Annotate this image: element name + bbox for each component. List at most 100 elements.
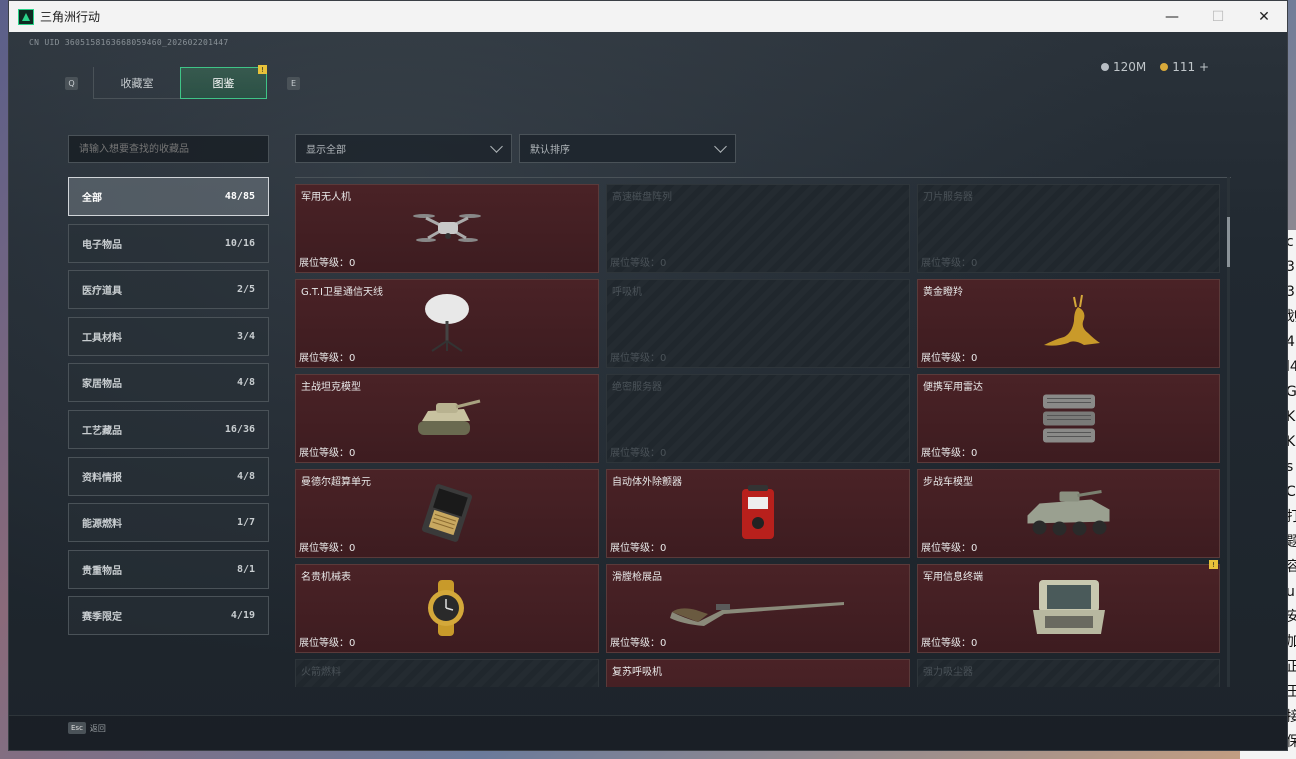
category-count: 8/1	[236, 563, 255, 575]
item-grid-viewport: 军用无人机 展位等级：0 高速磁盘阵列 展位等级：0 刀片服务器 展位等级：0 G.T.I卫…	[295, 177, 1231, 687]
item-display-level: 展位等级：0	[610, 258, 667, 269]
category-label: 家居物品	[82, 379, 122, 391]
item-name: 自动体外除颤器	[612, 477, 682, 488]
category-item[interactable]: 工具材料 3/4	[68, 316, 269, 356]
defibrillator-icon	[738, 483, 778, 547]
item-grid: 军用无人机 展位等级：0 高速磁盘阵列 展位等级：0 刀片服务器 展位等级：0 G.T.I卫…	[295, 184, 1220, 687]
category-count: 3/4	[236, 330, 255, 342]
search-input[interactable]	[68, 135, 269, 163]
collection-item-card[interactable]: 曼德尔超算单元 展位等级：0	[295, 469, 599, 558]
item-display-level: 展位等级：0	[610, 353, 667, 364]
item-name: 呼吸机	[612, 287, 642, 298]
close-button[interactable]: ✕	[1241, 1, 1287, 32]
category-item[interactable]: 能源燃料 1/7	[68, 503, 269, 543]
item-name: 名贵机械表	[301, 572, 351, 583]
category-label: 赛季限定	[82, 612, 122, 624]
maximize-button[interactable]: ☐	[1195, 1, 1241, 32]
item-display-level: 展位等级：0	[299, 353, 356, 364]
category-label: 工具材料	[82, 332, 122, 344]
category-list: 全部 48/85 电子物品 10/16 医疗道具 2/5 工具材料 3/4 家居物品 4/8 工艺藏…	[68, 177, 269, 643]
radar-icon	[1039, 391, 1099, 450]
item-name: 步战车模型	[923, 477, 973, 488]
notification-badge: !	[258, 65, 267, 74]
category-label: 全部	[82, 193, 102, 204]
player-uid: CN UID 3605158163668059460_202602201447	[29, 38, 229, 47]
collection-item-card[interactable]: 刀片服务器展位等级：0	[917, 184, 1220, 273]
item-name: 滑膛枪展品	[612, 572, 662, 583]
item-name: 强力吸尘器	[923, 667, 973, 678]
tab-left-key-hint: Q	[65, 76, 78, 90]
collection-item-card[interactable]: 强力吸尘器	[917, 659, 1220, 687]
app-window: 三角洲行动 — ☐ ✕ CN UID 3605158163668059460_2…	[8, 0, 1288, 751]
tab-catalog[interactable]: 图鉴 !	[180, 65, 267, 99]
collection-item-card[interactable]: 复苏呼吸机	[606, 659, 910, 687]
chevron-down-icon	[490, 139, 503, 153]
main-content: CN UID 3605158163668059460_202602201447 …	[9, 32, 1287, 750]
category-label: 电子物品	[82, 239, 122, 251]
collection-item-card[interactable]: 高速磁盘阵列 展位等级：0	[606, 184, 910, 273]
category-item[interactable]: 资料情报 4/8	[68, 456, 269, 496]
item-name: 绝密服务器	[612, 382, 662, 393]
collection-item-card[interactable]: 黄金瞪羚展位等级：0	[917, 279, 1220, 368]
item-name: 刀片服务器	[923, 192, 973, 203]
collection-item-card[interactable]: 火箭燃料	[295, 659, 599, 687]
collection-item-card[interactable]: 军用无人机展位等级：0	[295, 184, 599, 273]
category-item[interactable]: 电子物品 10/16	[68, 223, 269, 263]
item-display-level: 展位等级：0	[921, 353, 978, 364]
tab-collection-room[interactable]: 收藏室	[93, 67, 180, 99]
category-label: 贵重物品	[82, 565, 122, 577]
esc-key-hint: Esc	[68, 722, 86, 734]
terminal-icon	[1029, 576, 1109, 644]
item-name: 主战坦克模型	[301, 382, 361, 393]
item-display-level: 展位等级：0	[299, 638, 356, 649]
collection-item-card[interactable]: 军用信息终端 展位等级：0!	[917, 560, 1220, 653]
dropdown-value: 显示全部	[306, 145, 346, 156]
item-display-level: 展位等级：0	[610, 543, 667, 554]
currency-gold[interactable]: 111 +	[1160, 60, 1209, 74]
currency-silver: 120M	[1100, 60, 1146, 74]
collection-item-card[interactable]: 名贵机械表展位等级：0	[295, 564, 599, 653]
tab-label: 图鉴	[212, 77, 235, 90]
satellite-dish-icon	[422, 293, 472, 357]
gold-coin-icon	[1160, 63, 1169, 71]
category-item[interactable]: 全部 48/85	[68, 177, 269, 216]
display-filter-dropdown[interactable]: 显示全部	[295, 134, 512, 163]
chevron-down-icon	[714, 139, 727, 153]
title-bar: 三角洲行动 — ☐ ✕	[9, 1, 1287, 32]
collection-item-card[interactable]: G.T.I卫星通信天线 展位等级：0	[295, 279, 599, 368]
category-label: 资料情报	[82, 472, 122, 484]
collection-item-card[interactable]: 绝密服务器展位等级：0	[606, 374, 910, 463]
category-count: 16/36	[224, 423, 255, 435]
minimize-button[interactable]: —	[1149, 1, 1195, 32]
category-item[interactable]: 家居物品 4/8	[68, 363, 269, 403]
back-label: 返回	[89, 723, 106, 733]
item-display-level: 展位等级：0	[610, 448, 667, 459]
collection-item-card[interactable]: 自动体外除颤器 展位等级：0	[606, 469, 910, 558]
sort-dropdown[interactable]: 默认排序	[519, 134, 736, 163]
item-display-level: 展位等级：0	[299, 258, 356, 269]
item-name: 黄金瞪羚	[923, 287, 963, 298]
background-document-bottom	[1240, 751, 1296, 759]
collection-item-card[interactable]: 步战车模型 展位等级：0	[917, 469, 1220, 558]
collection-item-card[interactable]: 便携军用雷达 展位等级：0	[917, 374, 1220, 463]
scrollbar-thumb[interactable]	[1227, 217, 1230, 267]
collection-item-card[interactable]: 滑膛枪展品展位等级：0	[606, 564, 910, 653]
category-item[interactable]: 医疗道具 2/5	[68, 270, 269, 310]
item-name: 复苏呼吸机	[612, 667, 662, 678]
category-label: 医疗道具	[82, 286, 122, 298]
category-item[interactable]: 工艺藏品 16/36	[68, 409, 269, 449]
app-logo-icon	[18, 8, 34, 25]
category-label: 工艺藏品	[82, 425, 122, 437]
category-count: 1/7	[236, 517, 255, 529]
watch-icon	[422, 578, 472, 642]
category-item[interactable]: 贵重物品 8/1	[68, 549, 269, 589]
category-item[interactable]: 赛季限定 4/19	[68, 596, 269, 636]
notification-badge: !	[1209, 560, 1218, 569]
item-display-level: 展位等级：0	[610, 638, 667, 649]
golden-gazelle-icon	[1034, 293, 1104, 357]
collection-item-card[interactable]: 呼吸机展位等级：0	[606, 279, 910, 368]
item-name: 军用无人机	[301, 192, 351, 203]
back-button[interactable]: Esc 返回	[68, 722, 106, 734]
item-display-level: 展位等级：0	[921, 258, 978, 269]
collection-item-card[interactable]: 主战坦克模型 展位等级：0	[295, 374, 599, 463]
